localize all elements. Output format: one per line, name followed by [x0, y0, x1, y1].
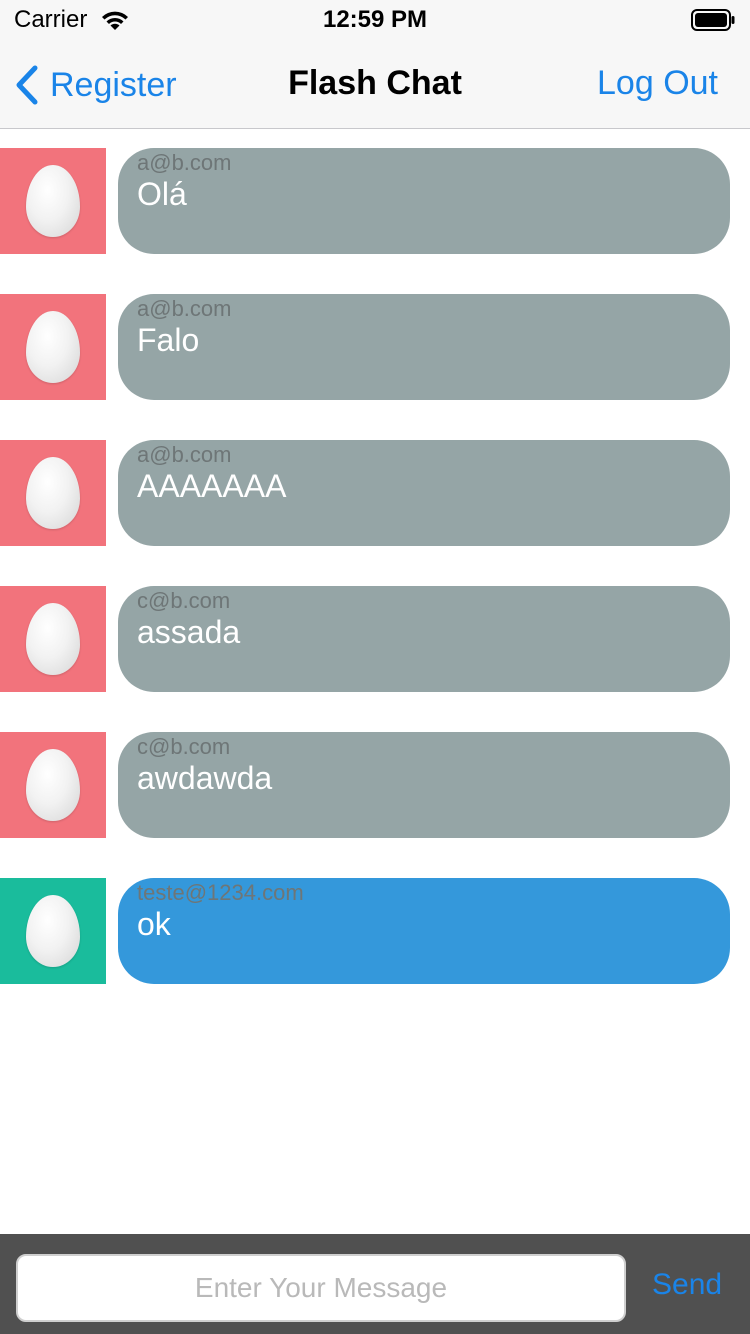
- message-row: a@b.com Falo: [0, 294, 750, 400]
- message-sender: a@b.com: [137, 442, 232, 467]
- message-row: a@b.com Olá: [0, 148, 750, 254]
- send-button[interactable]: Send: [652, 1268, 722, 1302]
- message-bubble: a@b.com Falo: [118, 294, 730, 400]
- logout-button[interactable]: Log Out: [597, 64, 718, 103]
- message-bubble: teste@1234.com ok: [118, 878, 730, 984]
- message-text: Falo: [137, 322, 200, 358]
- message-sender: a@b.com: [137, 296, 232, 321]
- message-row: c@b.com assada: [0, 586, 750, 692]
- avatar: [0, 586, 106, 692]
- message-row: a@b.com AAAAAAA: [0, 440, 750, 546]
- message-text: awdawda: [137, 760, 273, 796]
- message-sender: a@b.com: [137, 150, 232, 175]
- message-text: Olá: [137, 176, 187, 212]
- message-text: AAAAAAA: [137, 468, 287, 504]
- message-bubble: a@b.com Olá: [118, 148, 730, 254]
- egg-icon: [26, 603, 80, 675]
- avatar: [0, 440, 106, 546]
- message-sender: c@b.com: [137, 588, 231, 613]
- egg-icon: [26, 749, 80, 821]
- message-bubble: c@b.com assada: [118, 586, 730, 692]
- message-sender: c@b.com: [137, 734, 231, 759]
- message-sender: teste@1234.com: [137, 880, 304, 905]
- status-bar: Carrier 12:59 PM: [0, 0, 750, 40]
- avatar: [0, 294, 106, 400]
- message-row: c@b.com awdawda: [0, 732, 750, 838]
- egg-icon: [26, 165, 80, 237]
- egg-icon: [26, 895, 80, 967]
- avatar: [0, 732, 106, 838]
- avatar: [0, 878, 106, 984]
- battery-full-icon: [691, 9, 735, 31]
- status-time: 12:59 PM: [322, 6, 428, 33]
- message-bubble: a@b.com AAAAAAA: [118, 440, 730, 546]
- navigation-bar: Register Flash Chat Log Out: [0, 40, 750, 129]
- message-composer: Send: [0, 1234, 750, 1334]
- message-text: assada: [137, 614, 241, 650]
- message-input[interactable]: [16, 1254, 626, 1322]
- avatar: [0, 148, 106, 254]
- message-text: ok: [137, 906, 171, 942]
- chat-screen: Carrier 12:59 PM Register Flash Chat Log…: [0, 0, 750, 1334]
- message-row: teste@1234.com ok: [0, 878, 750, 984]
- message-bubble: c@b.com awdawda: [118, 732, 730, 838]
- egg-icon: [26, 311, 80, 383]
- egg-icon: [26, 457, 80, 529]
